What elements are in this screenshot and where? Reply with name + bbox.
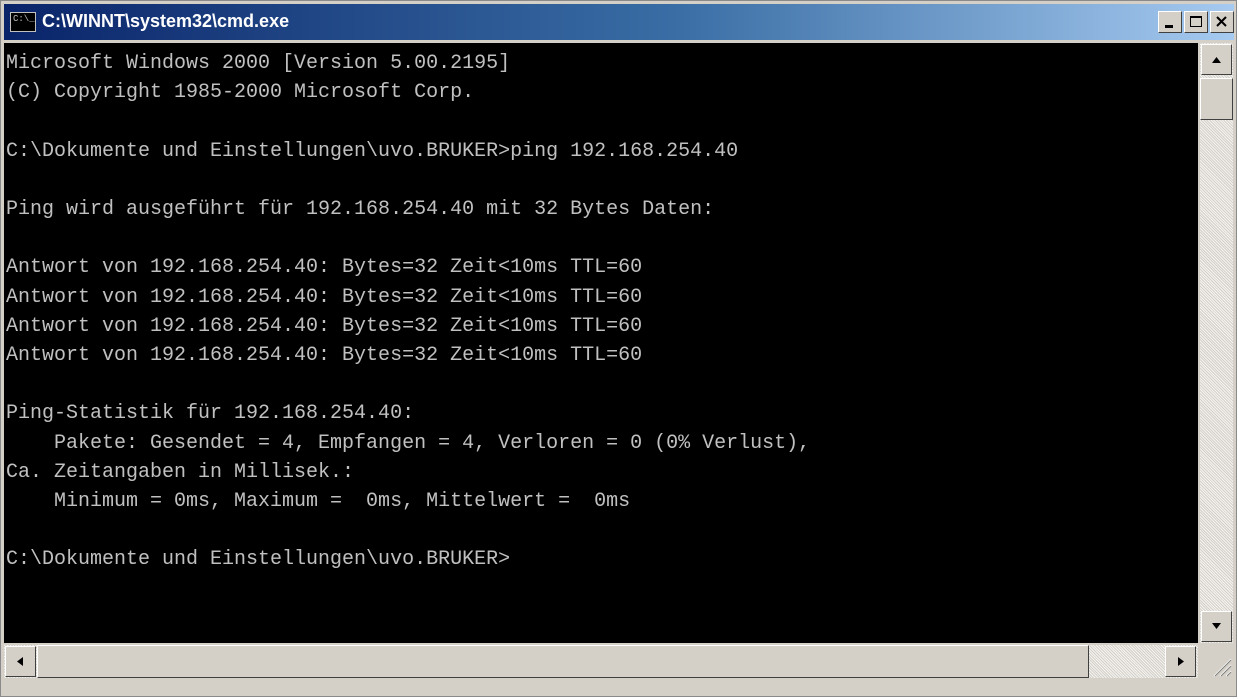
console-icon-text: C:\_	[13, 14, 35, 24]
console-output[interactable]: Microsoft Windows 2000 [Version 5.00.219…	[4, 43, 1198, 643]
window-title: C:\WINNT\system32\cmd.exe	[42, 11, 290, 31]
console-line: C:\Dokumente und Einstellungen\uvo.BRUKE…	[6, 548, 511, 572]
console-line: Minimum = 0ms, Maximum = 0ms, Mittelwert…	[6, 490, 631, 514]
vertical-scroll-thumb[interactable]	[1200, 78, 1233, 120]
console-line: Antwort von 192.168.254.40: Bytes=32 Zei…	[6, 285, 643, 309]
minimize-button[interactable]	[1158, 11, 1182, 33]
console-line: Antwort von 192.168.254.40: Bytes=32 Zei…	[6, 256, 643, 280]
scroll-up-button[interactable]	[1201, 44, 1232, 75]
console-line: Antwort von 192.168.254.40: Bytes=32 Zei…	[6, 344, 643, 368]
scroll-left-button[interactable]	[5, 646, 36, 677]
resize-grip-icon	[1213, 658, 1232, 677]
horizontal-scroll-thumb[interactable]	[37, 645, 1089, 678]
console-line: (C) Copyright 1985-2000 Microsoft Corp.	[6, 81, 475, 105]
arrow-right-icon	[1178, 657, 1184, 666]
console-line: C:\Dokumente und Einstellungen\uvo.BRUKE…	[6, 139, 739, 163]
arrow-left-icon	[17, 657, 23, 666]
console-line: Microsoft Windows 2000 [Version 5.00.219…	[6, 52, 511, 75]
arrow-up-icon	[1212, 57, 1221, 63]
console-icon[interactable]: C:\_	[10, 12, 36, 32]
console-line: Ping wird ausgeführt für 192.168.254.40 …	[6, 198, 715, 222]
title-bar[interactable]: C:\_ C:\WINNT\system32\cmd.exe	[4, 4, 1234, 40]
scroll-right-button[interactable]	[1165, 646, 1196, 677]
console-text: Microsoft Windows 2000 [Version 5.00.219…	[4, 43, 1198, 575]
vertical-scrollbar[interactable]	[1200, 43, 1233, 643]
console-line: Ca. Zeitangaben in Millisek.:	[6, 460, 355, 484]
minimize-icon	[1165, 25, 1173, 28]
console-line: Antwort von 192.168.254.40: Bytes=32 Zei…	[6, 314, 643, 338]
arrow-down-icon	[1212, 623, 1221, 629]
console-line: Ping-Statistik für 192.168.254.40:	[6, 402, 415, 426]
close-button[interactable]	[1210, 11, 1234, 33]
close-icon	[1216, 16, 1227, 27]
console-window: C:\_ C:\WINNT\system32\cmd.exe Microsoft…	[0, 0, 1237, 697]
scroll-down-button[interactable]	[1201, 611, 1232, 642]
console-line: Pakete: Gesendet = 4, Empfangen = 4, Ver…	[6, 431, 811, 455]
maximize-icon	[1190, 16, 1202, 27]
maximize-button[interactable]	[1184, 11, 1208, 33]
resize-grip[interactable]	[1200, 645, 1233, 678]
